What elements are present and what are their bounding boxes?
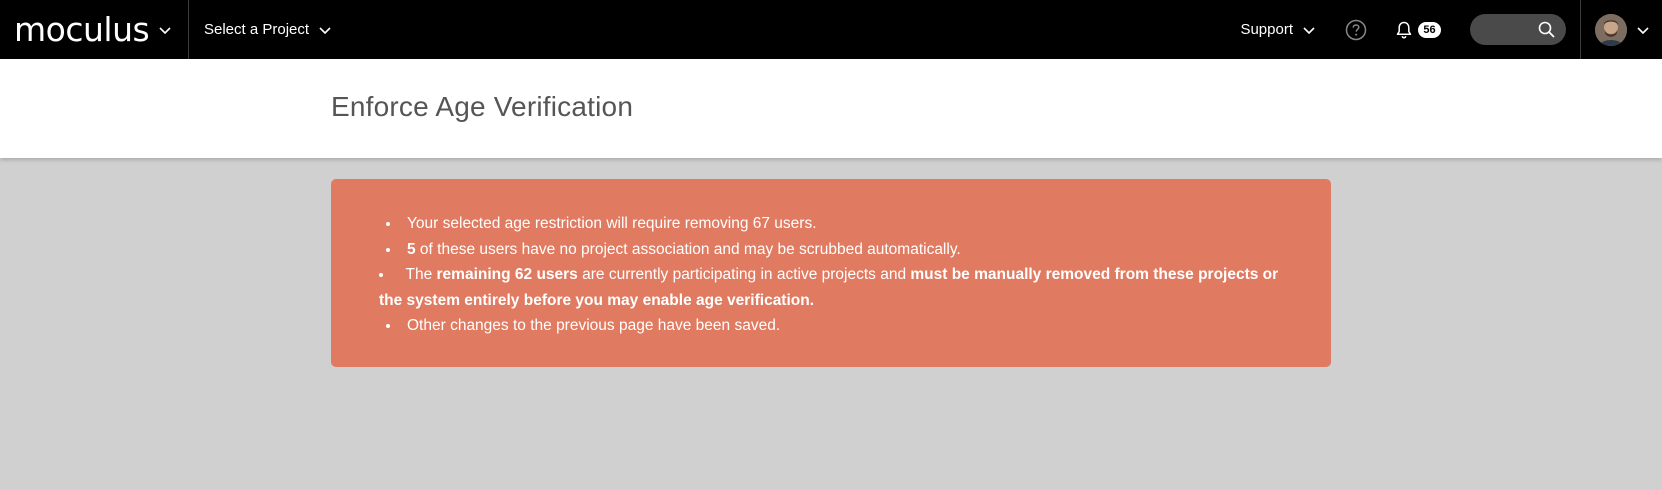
page-header: Enforce Age Verification xyxy=(0,59,1662,158)
brand-menu[interactable]: moculus xyxy=(0,0,189,59)
search-input[interactable] xyxy=(1470,14,1566,45)
chevron-down-icon xyxy=(1637,26,1649,34)
page-title: Enforce Age Verification xyxy=(331,91,634,122)
support-dropdown[interactable]: Support xyxy=(1240,0,1317,59)
alert-item: 5 of these users have no project associa… xyxy=(401,237,1291,263)
notification-count-badge: 56 xyxy=(1418,21,1441,38)
help-icon[interactable] xyxy=(1345,19,1367,41)
alert-item-text: Your selected age restriction will requi… xyxy=(407,215,817,232)
alert-item: Other changes to the previous page have … xyxy=(401,313,1291,339)
user-menu[interactable] xyxy=(1580,0,1662,59)
chevron-down-icon xyxy=(319,26,331,34)
alert-item: The remaining 62 users are currently par… xyxy=(379,262,1291,313)
support-label: Support xyxy=(1240,21,1293,38)
chevron-down-icon xyxy=(1303,26,1315,34)
chevron-down-icon xyxy=(159,26,171,34)
bell-icon xyxy=(1396,21,1412,39)
alert-item-text: are currently participating in active pr… xyxy=(577,266,911,283)
top-navbar: moculus Select a Project Support 56 xyxy=(0,0,1662,59)
search-icon[interactable] xyxy=(1538,21,1555,38)
brand-logo: moculus xyxy=(14,10,150,49)
avatar xyxy=(1595,13,1627,46)
alert-item-text: The xyxy=(405,266,437,283)
notifications-button[interactable]: 56 xyxy=(1394,20,1441,40)
project-select-label: Select a Project xyxy=(204,21,310,38)
error-alert: Your selected age restriction will requi… xyxy=(331,179,1331,367)
alert-item-text: Other changes to the previous page have … xyxy=(407,317,781,334)
alert-item-bold: 5 xyxy=(407,240,416,258)
alert-item-bold: remaining 62 users xyxy=(436,266,578,283)
alert-item-text: of these users have no project associati… xyxy=(415,240,961,258)
user-photo-icon xyxy=(1595,13,1627,46)
project-select-dropdown[interactable]: Select a Project xyxy=(189,0,333,59)
alert-item: Your selected age restriction will requi… xyxy=(401,211,1291,237)
alert-list: Your selected age restriction will requi… xyxy=(379,211,1291,339)
